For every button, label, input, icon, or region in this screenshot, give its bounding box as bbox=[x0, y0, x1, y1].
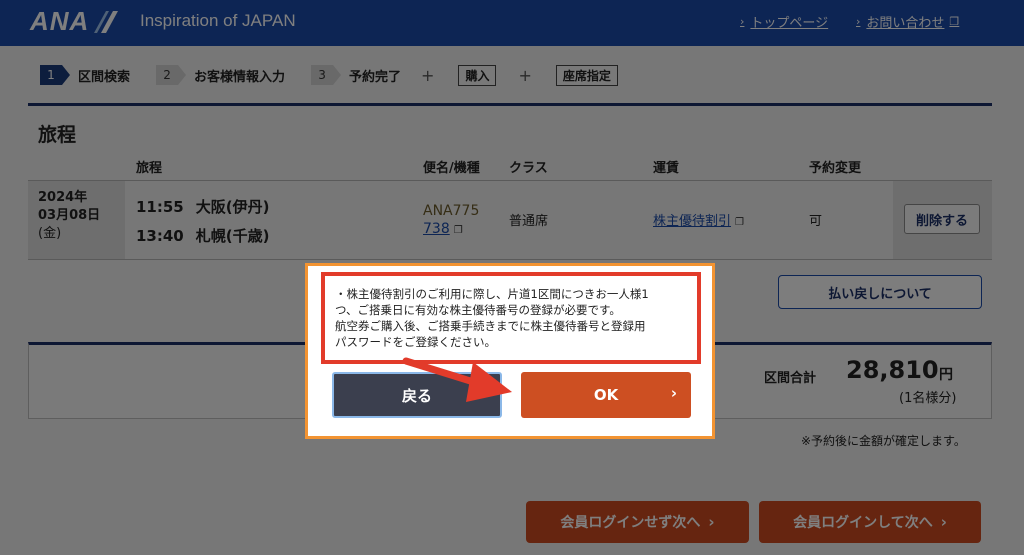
back-button[interactable]: 戻る bbox=[332, 372, 502, 418]
notice-line: パスワードをご登録ください。 bbox=[335, 335, 496, 349]
notice-line: ・株主優待割引のご利用に際し、片道1区間につきお一人様1 bbox=[335, 287, 649, 301]
fare-notice-dialog: ・株主優待割引のご利用に際し、片道1区間につきお一人様1 つ、ご搭乗日に有効な株… bbox=[305, 263, 715, 439]
ok-label: OK bbox=[593, 386, 619, 404]
notice-line: つ、ご搭乗日に有効な株主優待番号の登録が必要です。 bbox=[335, 303, 621, 317]
chevron-right-icon: › bbox=[670, 384, 677, 402]
ok-button[interactable]: OK › bbox=[521, 372, 691, 418]
notice-message: ・株主優待割引のご利用に際し、片道1区間につきお一人様1 つ、ご搭乗日に有効な株… bbox=[321, 272, 701, 364]
notice-line: 航空券ご購入後、ご搭乗手続きまでに株主優待番号と登録用 bbox=[335, 319, 646, 333]
